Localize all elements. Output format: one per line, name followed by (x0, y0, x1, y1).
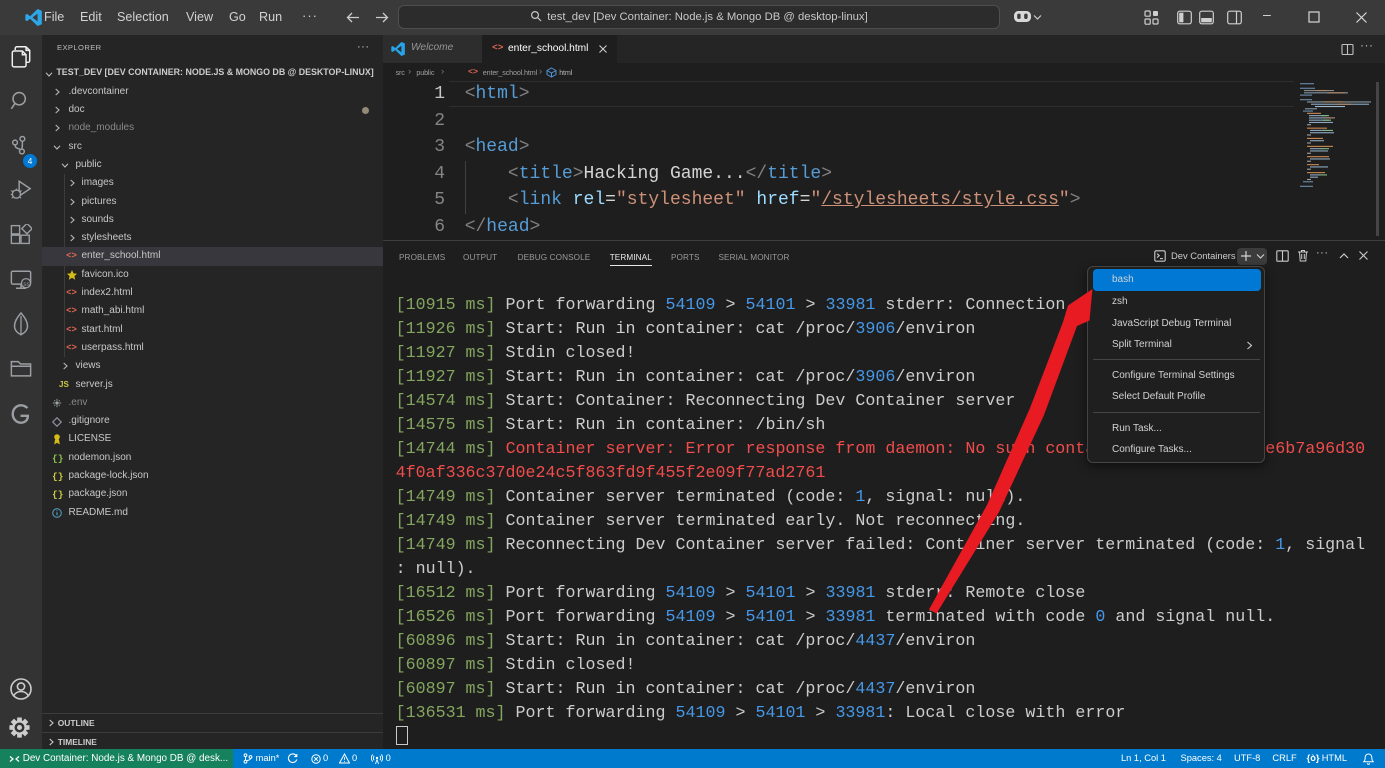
svg-text:ss: ss (23, 281, 29, 288)
